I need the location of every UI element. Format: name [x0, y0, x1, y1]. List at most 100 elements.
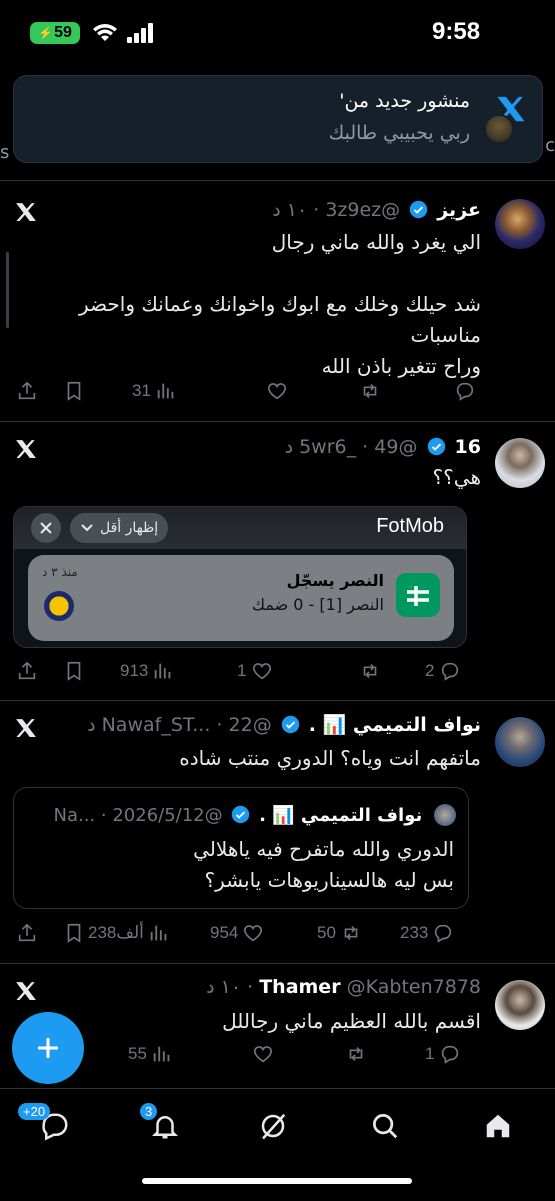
- views-icon: [157, 383, 174, 399]
- show-less-button[interactable]: إظهار أقل: [70, 513, 169, 543]
- quote-date: 2026/5/12: [112, 805, 205, 826]
- x-logo-icon: [16, 203, 36, 221]
- heart-icon: [244, 925, 263, 942]
- reply-button[interactable]: 2: [425, 660, 461, 682]
- bookmark-button[interactable]: [63, 922, 85, 944]
- notification-score: النصر [1] - 0 ضمك: [251, 595, 384, 614]
- header-edge-right: c: [545, 135, 555, 156]
- avatar[interactable]: [495, 199, 545, 249]
- quote-text: الدوري والله ماتفرح فيه ياهلالي بس ليه ه…: [193, 837, 454, 892]
- quoted-tweet[interactable]: نواف التميمي 📊 . @Na... · 2026/5/12 الدو…: [13, 787, 469, 909]
- handle[interactable]: @5wr6_: [299, 436, 417, 458]
- reply-button[interactable]: [440, 380, 476, 402]
- wifi-icon: [93, 24, 117, 41]
- notification-time: منذ ٣ د: [42, 565, 78, 579]
- tweet-4[interactable]: Thamer @Kabten7878 · ١٠ د اقسم بالله الع…: [0, 964, 555, 1088]
- like-button[interactable]: [252, 380, 288, 402]
- views-button[interactable]: 913: [120, 660, 174, 682]
- tweet-header: عزيز @3z9ez · ١٠ د: [272, 199, 481, 221]
- x-logo-icon: [16, 440, 36, 458]
- retweet-button[interactable]: [345, 660, 381, 682]
- tweet-header: 16 @5wr6_ · 49 د: [284, 436, 481, 458]
- search-icon: [373, 1114, 398, 1139]
- fotmob-app-icon: [396, 573, 440, 617]
- handle[interactable]: @3z9ez: [325, 199, 400, 221]
- reply-button[interactable]: 1: [425, 1043, 461, 1065]
- views-icon: [150, 925, 167, 941]
- tweet-text: اقسم بالله العظيم ماني رجاللل: [222, 1009, 481, 1033]
- retweet-icon: [344, 925, 358, 941]
- handle[interactable]: @Kabten7878: [347, 976, 481, 998]
- bookmark-button[interactable]: [63, 380, 85, 402]
- display-name[interactable]: عزيز: [437, 199, 481, 221]
- messages-badge: +20: [18, 1103, 51, 1120]
- media-card[interactable]: FotMob إظهار أقل النصر يسجّل النصر [1] -…: [13, 506, 467, 648]
- verified-badge-icon: [409, 200, 428, 219]
- views-icon: [155, 663, 171, 679]
- tweet-header: نواف التميمي 📊 . @Nawaf_ST... · 22 د: [87, 714, 481, 736]
- display-name[interactable]: 16: [455, 436, 481, 458]
- banner-title: منشور جديد من': [339, 90, 470, 112]
- views-button[interactable]: 31: [132, 380, 177, 402]
- retweet-button[interactable]: [345, 1043, 367, 1065]
- plus-icon: [38, 1038, 58, 1058]
- avatar[interactable]: [495, 717, 545, 767]
- share-button[interactable]: [16, 660, 38, 682]
- tab-search[interactable]: [370, 1111, 404, 1145]
- new-post-banner[interactable]: منشور جديد من' ربي يحبيبي طالبك: [13, 75, 543, 163]
- views-button[interactable]: 55: [128, 1043, 173, 1065]
- bookmark-button[interactable]: [63, 660, 85, 682]
- card-app-name: FotMob: [376, 515, 444, 537]
- quote-header: نواف التميمي 📊 . @Na... · 2026/5/12: [53, 804, 456, 826]
- share-button[interactable]: [16, 380, 38, 402]
- banner-body: ربي يحبيبي طالبك: [328, 122, 470, 144]
- quote-display-name: نواف التميمي 📊 .: [259, 805, 423, 826]
- share-icon: [18, 923, 36, 942]
- avatar[interactable]: [495, 438, 545, 488]
- x-logo-icon: [16, 982, 36, 1000]
- club-logo: [44, 591, 74, 621]
- tweet-text: الي يغرد والله ماني رجال شد حيلك وخلك مع…: [79, 230, 481, 378]
- signal-icon: [127, 23, 153, 43]
- tweet-header: Thamer @Kabten7878 · ١٠ د: [206, 976, 481, 998]
- display-name[interactable]: Thamer: [259, 976, 340, 998]
- reply-icon: [456, 382, 474, 401]
- status-time: 9:58: [432, 18, 481, 45]
- header-edge-left: s: [0, 142, 10, 163]
- views-icon: [153, 1046, 170, 1062]
- like-button[interactable]: 1: [237, 660, 273, 682]
- compose-button[interactable]: [12, 1012, 84, 1084]
- share-button[interactable]: [16, 922, 38, 944]
- tab-messages[interactable]: +20: [18, 1103, 74, 1145]
- bookmark-icon: [67, 923, 81, 943]
- charging-icon: ⚡: [38, 26, 54, 40]
- tab-home[interactable]: [483, 1111, 517, 1145]
- like-button[interactable]: 954: [210, 922, 264, 944]
- bookmark-icon: [67, 381, 81, 401]
- timestamp: ١٠ د: [272, 199, 308, 221]
- banner-avatar: [484, 114, 514, 144]
- share-icon: [18, 381, 36, 400]
- reply-icon: [435, 924, 452, 943]
- avatar[interactable]: [495, 980, 545, 1030]
- retweet-icon: [349, 1046, 363, 1062]
- heart-icon: [253, 1046, 273, 1063]
- close-icon: [40, 522, 52, 534]
- display-name[interactable]: نواف التميمي 📊 .: [309, 714, 481, 736]
- home-indicator: [142, 1178, 412, 1184]
- retweet-button[interactable]: 50: [317, 922, 362, 944]
- close-card-button[interactable]: [31, 513, 61, 543]
- home-icon: [486, 1114, 510, 1138]
- retweet-button[interactable]: [345, 380, 381, 402]
- bookmark-icon: [67, 661, 81, 681]
- reply-button[interactable]: 233: [400, 922, 454, 944]
- battery-indicator: ⚡ 59: [30, 22, 80, 44]
- grok-icon: [261, 1113, 286, 1140]
- thread-line: [6, 252, 9, 328]
- tab-notifications[interactable]: 3: [140, 1103, 184, 1145]
- like-button[interactable]: [252, 1043, 274, 1065]
- tab-grok[interactable]: [258, 1111, 292, 1145]
- views-button[interactable]: 238ألف: [88, 922, 170, 944]
- quote-avatar: [434, 804, 456, 826]
- notification-preview: النصر يسجّل النصر [1] - 0 ضمك منذ ٣ د: [28, 555, 454, 641]
